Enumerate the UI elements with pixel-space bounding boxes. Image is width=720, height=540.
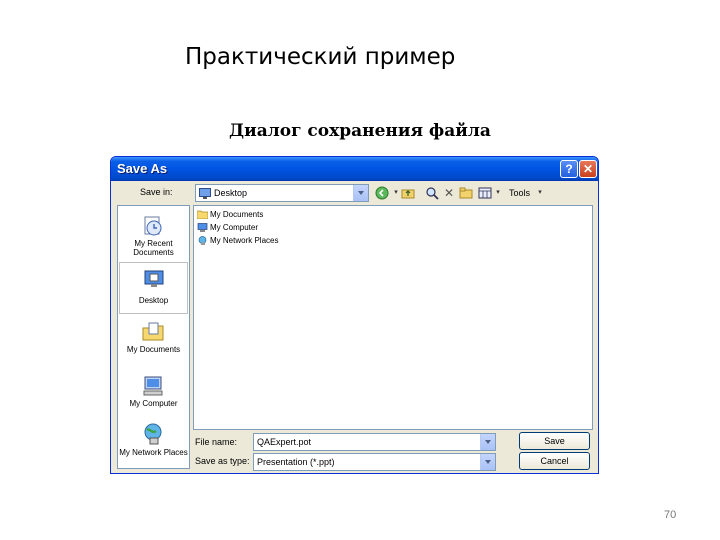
file-list[interactable]: My Documents My Computer My Network Plac…: [193, 205, 593, 430]
dialog-titlebar[interactable]: Save As ? ✕: [111, 157, 598, 181]
file-name-input[interactable]: QAExpert.pot: [253, 433, 496, 451]
file-name: My Computer: [210, 223, 259, 232]
views-dropdown-icon[interactable]: ▾: [491, 186, 505, 200]
place-label: My Recent Documents: [133, 239, 174, 257]
list-item[interactable]: My Network Places: [197, 235, 278, 247]
new-folder-icon[interactable]: [459, 186, 473, 200]
folder-icon: [197, 211, 208, 220]
tools-menu[interactable]: Tools: [509, 188, 530, 198]
place-my-computer[interactable]: My Computer: [119, 370, 188, 422]
place-my-recent-documents[interactable]: My Recent Documents: [119, 210, 188, 262]
desktop-icon: [144, 270, 164, 287]
place-label: Desktop: [138, 296, 169, 305]
file-name: My Network Places: [210, 236, 279, 245]
desktop-small-icon: [199, 188, 211, 199]
cancel-button[interactable]: Cancel: [519, 452, 590, 470]
up-folder-icon[interactable]: [401, 186, 415, 200]
page-number: 70: [664, 509, 677, 521]
dialog-title: Save As: [117, 161, 168, 176]
save-as-type-select[interactable]: Presentation (*.ppt): [253, 453, 496, 471]
place-my-network-places[interactable]: My Network Places: [119, 418, 188, 470]
chevron-down-icon[interactable]: [480, 434, 495, 450]
network-icon: [198, 236, 207, 246]
save-as-type-value: Presentation (*.ppt): [257, 457, 335, 467]
list-item[interactable]: My Computer: [197, 222, 258, 234]
slide-title: Практический пример: [185, 44, 456, 70]
chevron-down-icon[interactable]: [480, 454, 495, 470]
my-computer-icon: [143, 376, 163, 396]
help-button[interactable]: ?: [560, 160, 578, 178]
close-button[interactable]: ✕: [579, 160, 597, 178]
list-item[interactable]: My Documents: [197, 209, 263, 221]
file-name-value: QAExpert.pot: [257, 437, 312, 447]
place-desktop[interactable]: Desktop: [119, 262, 188, 314]
my-documents-icon: [142, 322, 164, 341]
file-name-label: File name:: [195, 437, 238, 447]
file-name: My Documents: [210, 210, 264, 219]
chevron-down-icon[interactable]: [353, 185, 368, 201]
save-in-label: Save in:: [140, 187, 173, 197]
computer-icon: [197, 223, 208, 233]
place-label: My Documents: [126, 345, 181, 354]
views-icon[interactable]: [478, 186, 492, 200]
save-in-dropdown[interactable]: Desktop: [195, 184, 369, 202]
slide-subtitle: Диалог сохранения файла: [229, 121, 491, 141]
delete-icon[interactable]: ✕: [442, 186, 456, 200]
back-icon[interactable]: [375, 186, 389, 200]
save-button[interactable]: Save: [519, 432, 590, 450]
search-web-icon[interactable]: [425, 186, 439, 200]
tools-dropdown-icon[interactable]: ▾: [533, 186, 547, 200]
save-in-value: Desktop: [214, 188, 248, 198]
places-bar: My Recent Documents Desktop My Documents: [117, 205, 190, 469]
place-label: My Computer: [129, 399, 178, 408]
save-as-dialog: Save As ? ✕ Save in: Desktop ▾ ✕ ▾ Tools…: [110, 156, 599, 474]
recent-documents-icon: [144, 216, 162, 236]
place-my-documents[interactable]: My Documents: [119, 316, 188, 368]
place-label: My Network Places: [119, 448, 188, 457]
save-as-type-label: Save as type:: [195, 456, 250, 466]
network-places-icon: [144, 423, 162, 445]
